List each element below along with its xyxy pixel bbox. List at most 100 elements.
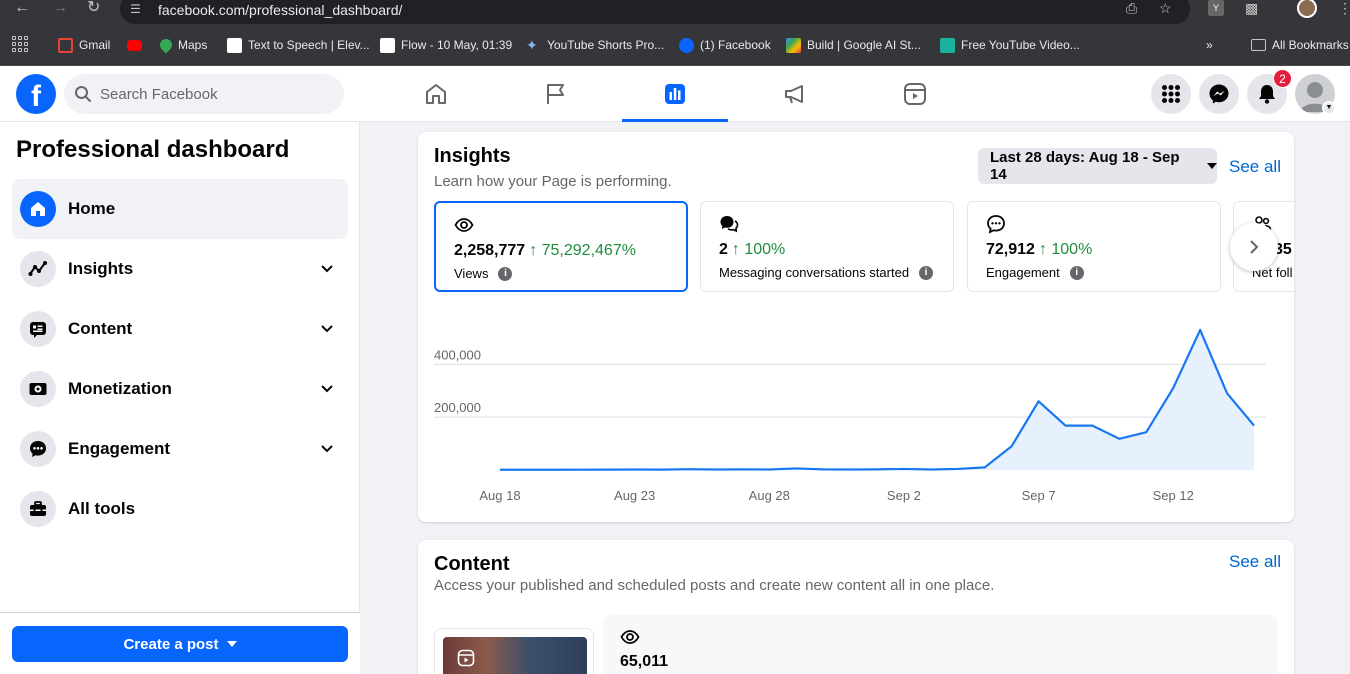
eye-icon (620, 630, 640, 644)
carousel-next-button[interactable] (1230, 223, 1278, 271)
dashboard-sidebar: Professional dashboard Home Insights Con… (0, 122, 360, 674)
sidebar-item-engagement[interactable]: Engagement (12, 419, 348, 479)
nav-dashboard-tab[interactable] (622, 66, 728, 122)
info-icon[interactable]: i (919, 265, 934, 280)
search-input[interactable] (100, 74, 330, 114)
reels-icon (904, 83, 926, 105)
browser-menu-icon[interactable]: ⋮ (1338, 0, 1350, 17)
apps-grid-icon[interactable] (12, 36, 28, 52)
bookmark-youtube-shorts[interactable]: ✦ YouTube Shorts Pro... (526, 37, 664, 53)
bookmark-star-icon[interactable]: ☆ (1159, 0, 1172, 17)
back-icon[interactable]: ← (14, 0, 30, 18)
home-outline-icon (426, 84, 446, 104)
bookmark-youtube[interactable] (127, 37, 148, 53)
menu-grid-button[interactable] (1151, 74, 1191, 114)
bookmark-flow[interactable]: Flow - 10 May, 01:39 (380, 37, 512, 53)
nav-home-tab[interactable] (383, 66, 489, 122)
sidebar-item-monetization[interactable]: Monetization (12, 359, 348, 419)
bookmark-google-ai-studio[interactable]: Build | Google AI St... (786, 37, 921, 53)
reload-icon[interactable]: ↻ (87, 0, 100, 18)
bookmarks-bar: Gmail Maps Text to Speech | Elev... Flow… (0, 24, 1350, 66)
caret-down-icon (1207, 163, 1217, 169)
x-tick-label: Sep 2 (887, 488, 921, 503)
info-icon[interactable]: i (1069, 265, 1084, 280)
nav-video-tab[interactable] (862, 66, 968, 122)
elevenlabs-icon (227, 37, 242, 53)
menu-dots-grid-icon (1162, 85, 1180, 103)
youtube-icon (127, 39, 142, 51)
metric-card-messaging[interactable]: 2 ↑ 100% Messaging conversations started i (700, 201, 954, 292)
metric-card-views[interactable]: 2,258,777 ↑ 75,292,467% Views i (434, 201, 688, 292)
reels-icon (457, 649, 475, 667)
chevron-down-icon (321, 385, 333, 393)
insights-card: Insights Learn how your Page is performi… (418, 132, 1294, 522)
content-post-thumbnail-card[interactable] (434, 628, 594, 674)
flag-icon (547, 84, 564, 104)
account-menu-chevron-icon[interactable]: ▼ (1322, 101, 1336, 115)
messenger-icon (1209, 84, 1229, 104)
install-icon[interactable]: ⎙ (1126, 0, 1137, 17)
sidebar-item-label: All tools (68, 499, 136, 518)
nav-ads-tab[interactable] (742, 66, 848, 122)
chevron-right-icon (1250, 240, 1259, 254)
bookmark-free-youtube-video[interactable]: Free YouTube Video... (940, 37, 1080, 53)
chevron-down-icon (321, 445, 333, 453)
y-tick-label: 400,000 (434, 347, 481, 362)
metric-label: Engagement i (986, 265, 1084, 280)
content-card: Content Access your published and schedu… (418, 540, 1294, 674)
search-box[interactable] (64, 74, 344, 114)
x-tick-label: Aug 28 (749, 488, 790, 503)
eye-icon (454, 218, 474, 232)
x-tick-label: Sep 12 (1153, 488, 1194, 503)
metric-label: Views i (454, 266, 513, 281)
sidebar-item-content[interactable]: Content (12, 299, 348, 359)
bookmarks-overflow[interactable]: » (1206, 37, 1213, 53)
metric-value: 2,258,777 ↑ 75,292,467% (454, 242, 636, 259)
sidebar-item-home[interactable]: Home (12, 179, 348, 239)
messenger-button[interactable] (1199, 74, 1239, 114)
insights-title: Insights (434, 145, 511, 167)
address-bar[interactable]: ☰ facebook.com/professional_dashboard/ ⎙… (120, 0, 1190, 24)
date-range-dropdown[interactable]: Last 28 days: Aug 18 - Sep 14 (978, 148, 1217, 184)
all-bookmarks[interactable]: All Bookmarks (1251, 37, 1349, 53)
nav-pages-tab[interactable] (503, 66, 609, 122)
facebook-logo-icon[interactable]: f (16, 74, 56, 114)
sidebar-item-all-tools[interactable]: All tools (12, 479, 348, 539)
insights-see-all-link[interactable]: See all (1229, 157, 1281, 177)
forward-icon[interactable]: → (52, 0, 68, 18)
bookmark-maps[interactable]: Maps (157, 36, 207, 54)
bookmark-elevenlabs[interactable]: Text to Speech | Elev... (227, 37, 370, 53)
engagement-bubble-icon (987, 215, 1005, 234)
create-post-button[interactable]: Create a post (12, 626, 348, 662)
metric-change: ↑ 100% (1038, 241, 1093, 258)
url-text: facebook.com/professional_dashboard/ (158, 2, 403, 18)
browser-profile-avatar[interactable] (1297, 0, 1317, 18)
extensions-puzzle-icon[interactable]: ▩ (1245, 0, 1258, 17)
bookmark-facebook[interactable]: (1) Facebook (679, 37, 771, 53)
facebook-header: f 2 ▼ (0, 66, 1350, 122)
metric-card-engagement[interactable]: 72,912 ↑ 100% Engagement i (967, 201, 1221, 292)
info-icon[interactable]: i (498, 266, 513, 281)
browser-toolbar: ← → ↻ ☰ facebook.com/professional_dashbo… (0, 0, 1350, 24)
sidebar-item-label: Home (68, 199, 116, 218)
post-views-value: 65,011 (620, 653, 669, 670)
extension-icon[interactable]: Y (1208, 0, 1224, 16)
facebook-icon (679, 37, 694, 53)
x-tick-label: Aug 18 (479, 488, 520, 503)
views-area-chart: 200,000 400,000 Aug 18 Aug 23 Aug 28 Sep 2 Sep… (434, 328, 1266, 503)
caret-down-icon (226, 641, 237, 647)
sidebar-item-insights[interactable]: Insights (12, 239, 348, 299)
x-tick-label: Sep 7 (1022, 488, 1056, 503)
megaphone-icon (785, 85, 803, 104)
metric-label: Messaging conversations started i (719, 265, 934, 280)
gmail-icon (58, 37, 73, 53)
page-icon (380, 37, 395, 53)
content-see-all-link[interactable]: See all (1229, 552, 1281, 572)
site-settings-icon[interactable]: ☰ (130, 2, 146, 16)
bookmark-gmail[interactable]: Gmail (58, 37, 110, 53)
sidebar-footer: Create a post (0, 612, 360, 674)
bell-icon (1259, 85, 1275, 104)
engagement-icon (20, 431, 56, 467)
video-icon (940, 37, 955, 53)
chevron-down-icon (321, 265, 333, 273)
